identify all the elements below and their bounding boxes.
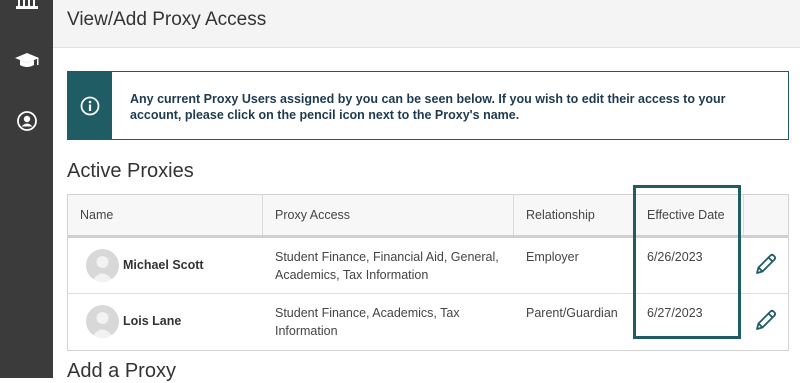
proxy-access: Student Finance, Financial Aid, General,… — [275, 250, 499, 282]
graduation-cap-icon[interactable] — [0, 52, 53, 70]
proxy-effective-date: 6/27/2023 — [647, 306, 703, 320]
column-header-effective-date: Effective Date — [634, 195, 743, 235]
column-header-name: Name — [80, 208, 114, 222]
table-row: Michael Scott Student Finance, Financial… — [68, 238, 788, 294]
info-banner-strip — [68, 72, 112, 139]
add-proxy-title: Add a Proxy — [67, 360, 176, 382]
page-header: View/Add Proxy Access — [53, 0, 800, 48]
page-title: View/Add Proxy Access — [67, 9, 267, 30]
table-row: Lois Lane Student Finance, Academics, Ta… — [68, 294, 788, 350]
avatar — [86, 249, 119, 282]
user-profile-icon[interactable] — [0, 111, 53, 131]
column-header-relationship: Relationship — [513, 195, 634, 235]
avatar — [86, 305, 119, 338]
active-proxies-table: Name Proxy Access Relationship Effective… — [67, 194, 789, 351]
column-header-actions — [743, 195, 789, 235]
proxy-relationship: Employer — [526, 250, 579, 264]
home-icon[interactable] — [0, 0, 53, 10]
info-banner-text: Any current Proxy Users assigned by you … — [130, 92, 726, 122]
main-content: View/Add Proxy Access Any current Proxy … — [53, 0, 800, 382]
proxy-name: Michael Scott — [123, 258, 204, 272]
info-icon — [80, 96, 100, 115]
proxy-effective-date: 6/26/2023 — [647, 250, 703, 264]
table-header: Name Proxy Access Relationship Effective… — [68, 195, 788, 238]
pencil-icon[interactable] — [754, 308, 778, 332]
column-header-proxy-access: Proxy Access — [262, 195, 513, 235]
left-sidebar — [0, 0, 53, 378]
info-banner: Any current Proxy Users assigned by you … — [67, 71, 789, 140]
proxy-access: Student Finance, Academics, Tax Informat… — [275, 306, 460, 338]
proxy-relationship: Parent/Guardian — [526, 306, 618, 320]
active-proxies-title: Active Proxies — [67, 160, 194, 182]
pencil-icon[interactable] — [754, 252, 778, 276]
proxy-name: Lois Lane — [123, 314, 182, 328]
